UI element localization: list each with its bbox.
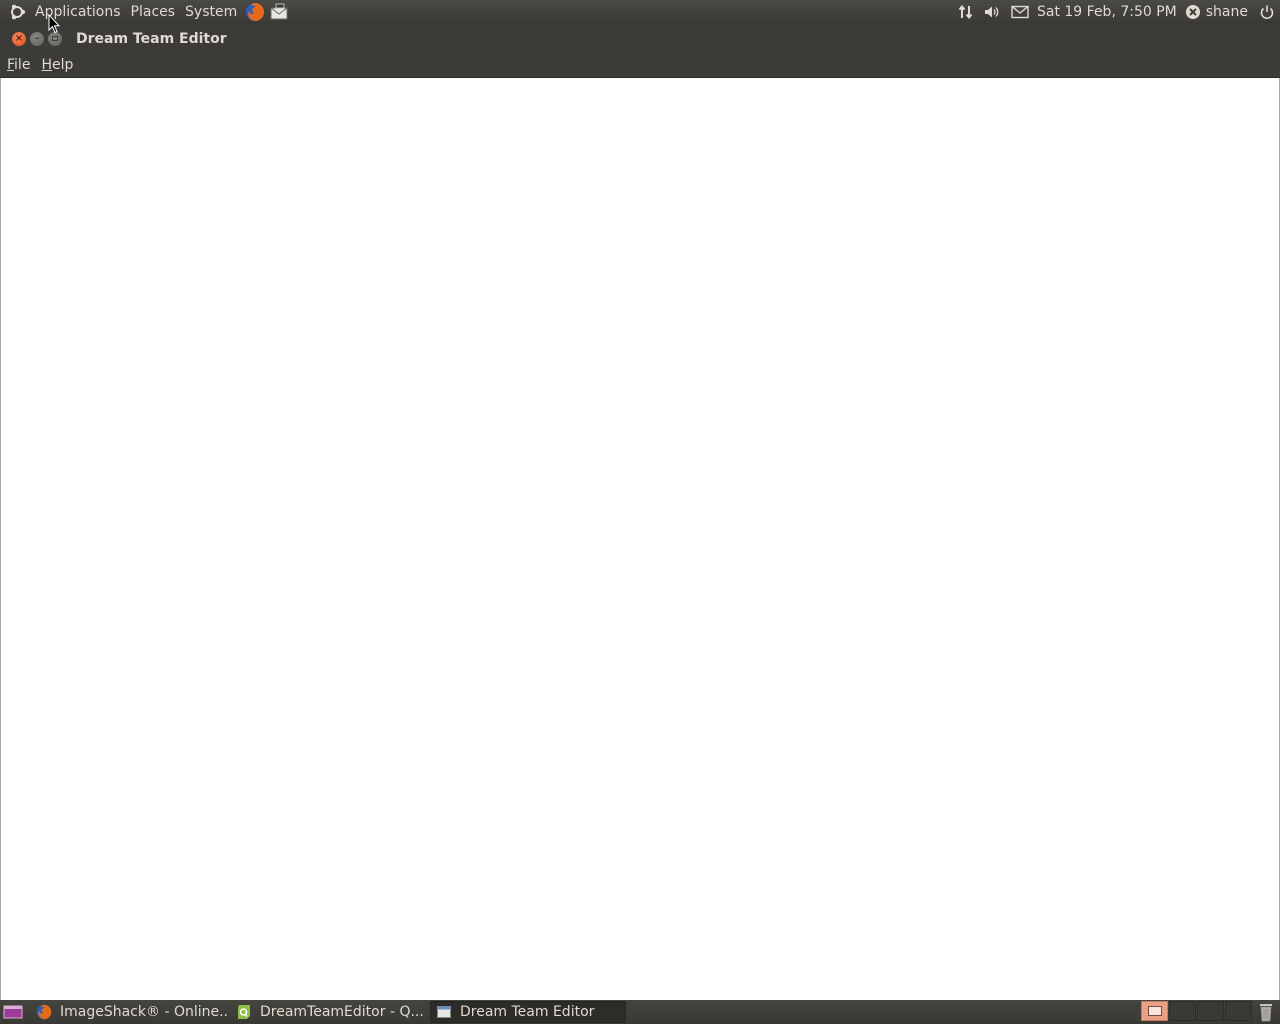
volume-icon[interactable] xyxy=(979,0,1005,24)
file-menu[interactable]: File xyxy=(3,57,34,73)
user-status-icon[interactable] xyxy=(1183,0,1203,24)
taskbar-item-active[interactable]: Dream Team Editor xyxy=(430,1001,626,1023)
maximize-button[interactable] xyxy=(48,31,62,46)
system-tray: Sat 19 Feb, 7:50 PM shane xyxy=(953,0,1280,24)
editor-canvas[interactable] xyxy=(0,78,1280,1000)
close-icon: × xyxy=(14,32,24,44)
applications-menu[interactable]: Applications xyxy=(30,0,126,24)
mail-launcher-icon[interactable] xyxy=(268,0,290,24)
workspace-3[interactable] xyxy=(1197,1001,1224,1021)
file-menu-mnemonic: F xyxy=(7,57,15,73)
workspace-1[interactable] xyxy=(1141,1001,1168,1021)
bottom-panel: ImageShack® - Online... DreamTeamEditor … xyxy=(0,1000,1280,1024)
file-menu-label: ile xyxy=(14,57,31,73)
help-menu-mnemonic: H xyxy=(41,57,52,73)
help-menu[interactable]: Help xyxy=(37,57,77,73)
top-panel: Applications Places System Sat 19 Feb, 7… xyxy=(0,0,1280,24)
user-name[interactable]: shane xyxy=(1203,4,1254,20)
workspace-4[interactable] xyxy=(1225,1001,1252,1021)
window-title: Dream Team Editor xyxy=(76,30,227,47)
taskbar-item[interactable]: ImageShack® - Online... xyxy=(30,1001,228,1023)
ubuntu-logo-icon[interactable] xyxy=(4,0,30,24)
firefox-icon xyxy=(36,1004,52,1020)
window-titlebar[interactable]: × – Dream Team Editor xyxy=(0,24,1280,53)
minimize-button[interactable]: – xyxy=(30,31,44,46)
workspace-2[interactable] xyxy=(1169,1001,1196,1021)
menubar: File Help xyxy=(0,53,1280,78)
firefox-launcher-icon[interactable] xyxy=(244,0,266,24)
maximize-icon xyxy=(52,36,58,41)
help-menu-label: elp xyxy=(51,57,74,73)
trash-icon[interactable] xyxy=(1254,1001,1278,1023)
taskbar-item-label: Dream Team Editor xyxy=(460,1004,595,1020)
taskbar-item[interactable]: DreamTeamEditor - Q... xyxy=(230,1001,428,1023)
workspace-switcher xyxy=(1140,1001,1252,1023)
minimize-icon: – xyxy=(34,32,40,44)
clock[interactable]: Sat 19 Feb, 7:50 PM xyxy=(1033,4,1183,20)
window-icon xyxy=(436,1004,452,1020)
close-button[interactable]: × xyxy=(12,31,26,46)
mail-indicator-icon[interactable] xyxy=(1007,0,1033,24)
places-menu[interactable]: Places xyxy=(126,0,181,24)
system-menu[interactable]: System xyxy=(180,0,242,24)
network-icon[interactable] xyxy=(953,0,979,24)
show-desktop-icon[interactable] xyxy=(0,1000,26,1024)
taskbar-item-label: DreamTeamEditor - Q... xyxy=(260,1004,424,1020)
qt-creator-icon xyxy=(236,1004,252,1020)
window-thumbnail-icon xyxy=(1147,1006,1162,1016)
taskbar-item-label: ImageShack® - Online... xyxy=(60,1004,228,1020)
power-icon[interactable] xyxy=(1254,0,1280,24)
